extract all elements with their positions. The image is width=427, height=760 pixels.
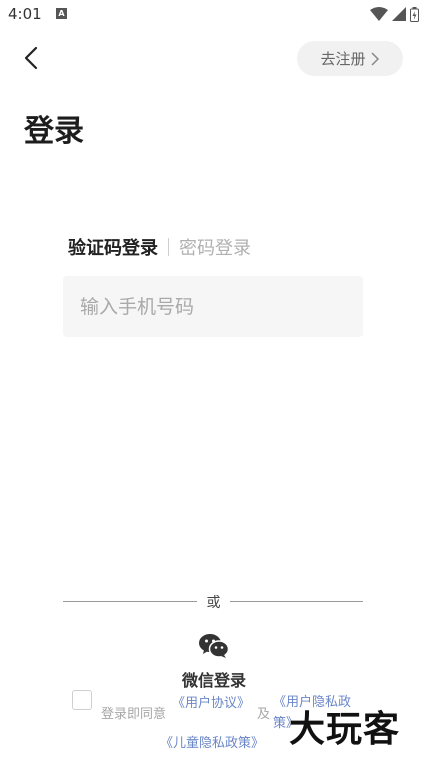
- tab-separator: [168, 238, 169, 256]
- agreement-checkbox[interactable]: [72, 690, 92, 710]
- watermark: 大玩客: [289, 709, 401, 750]
- status-bar: 4:01 A: [0, 0, 427, 30]
- login-tabs: 验证码登录 密码登录: [68, 234, 251, 260]
- chevron-left-icon: [24, 46, 38, 70]
- agreement-prefix: 登录即同意: [101, 707, 167, 722]
- register-button[interactable]: 去注册: [297, 41, 403, 76]
- phone-input[interactable]: [63, 276, 363, 337]
- status-icons: [370, 6, 419, 22]
- chevron-right-icon: [370, 51, 379, 66]
- tab-sms-login[interactable]: 验证码登录: [68, 234, 158, 260]
- tab-password-login[interactable]: 密码登录: [179, 234, 251, 260]
- divider-line-right: [230, 601, 363, 602]
- signal-icon: [392, 7, 406, 21]
- back-button[interactable]: [18, 44, 46, 72]
- user-agreement-link[interactable]: 《用户协议》: [172, 692, 250, 711]
- wechat-login-button[interactable]: 微信登录: [160, 667, 268, 691]
- divider-line-left: [63, 601, 197, 602]
- wechat-icon[interactable]: [199, 633, 229, 659]
- divider-text: 或: [206, 595, 221, 611]
- register-label: 去注册: [320, 50, 366, 68]
- child-privacy-link[interactable]: 《儿童隐私政策》: [160, 732, 264, 751]
- page-title: 登录: [24, 114, 84, 149]
- status-time: 4:01: [8, 5, 42, 23]
- notification-icon: A: [56, 8, 67, 19]
- agreement-and: 及: [257, 707, 271, 722]
- wifi-icon: [370, 7, 388, 21]
- battery-icon: [410, 6, 419, 22]
